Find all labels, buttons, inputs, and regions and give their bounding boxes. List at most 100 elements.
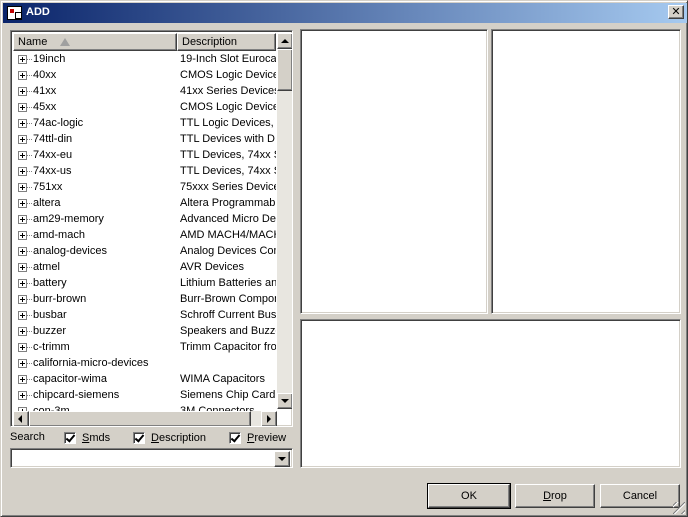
expand-plus-icon[interactable]	[18, 183, 27, 192]
expand-plus-icon[interactable]	[18, 343, 27, 352]
list-item-description: 75xxx Series Devices	[180, 181, 276, 193]
horizontal-scroll-thumb[interactable]	[29, 411, 251, 426]
list-item-name: 74ac-logic	[13, 115, 177, 131]
list-item-name: 40xx	[13, 67, 177, 83]
tree-connector	[27, 379, 32, 380]
list-item-description: CMOS Logic Devices	[180, 69, 276, 81]
expand-plus-icon[interactable]	[18, 391, 27, 400]
list-item[interactable]: 19inch 19-Inch Slot Eurocard	[13, 51, 276, 67]
description-checkbox[interactable]: Description	[133, 432, 206, 444]
tree-connector	[27, 299, 32, 300]
list-item-description	[177, 355, 276, 371]
preview-label: Preview	[247, 432, 287, 444]
list-item[interactable]: 74xx-us TTL Devices, 74xx S	[13, 163, 276, 179]
drop-button[interactable]: Drop	[515, 484, 595, 508]
search-combobox[interactable]	[10, 448, 293, 468]
list-item[interactable]: busbarSchroff Current Bus B	[13, 307, 276, 323]
vertical-scrollbar[interactable]	[277, 33, 292, 409]
expand-plus-icon[interactable]	[18, 87, 27, 96]
tree-connector	[27, 91, 32, 92]
list-item[interactable]: atmel AVR Devices	[13, 259, 276, 275]
description-label: Description	[151, 432, 207, 444]
scroll-down-button[interactable]	[277, 393, 292, 409]
list-item[interactable]: c-trimm Trimm Capacitor from	[13, 339, 276, 355]
vertical-scroll-thumb[interactable]	[277, 49, 292, 91]
preview-checkbox[interactable]: Preview	[229, 432, 286, 444]
expand-plus-icon[interactable]	[18, 119, 27, 128]
resize-grip[interactable]	[673, 502, 685, 514]
scroll-left-button[interactable]	[13, 411, 29, 426]
list-item[interactable]: 41xx 41xx Series Devices	[13, 83, 276, 99]
list-item-name: buzzer	[13, 323, 177, 339]
add-dialog: ADD ✕ Name Description 19inch 19-Inch Slo…	[0, 0, 688, 517]
column-header-name[interactable]: Name	[13, 33, 177, 51]
expand-plus-icon[interactable]	[18, 135, 27, 144]
list-item[interactable]: 751xx 75xxx Series Devices	[13, 179, 276, 195]
horizontal-scrollbar[interactable]	[13, 411, 277, 426]
list-item[interactable]: analog-devices Analog Devices Com	[13, 243, 276, 259]
cancel-button[interactable]: Cancel	[600, 484, 680, 508]
tree-connector	[27, 283, 32, 284]
expand-plus-icon[interactable]	[18, 295, 27, 304]
expand-plus-icon[interactable]	[18, 311, 27, 320]
list-item[interactable]: battery Lithium Batteries and	[13, 275, 276, 291]
title-bar[interactable]: ADD ✕	[3, 3, 687, 23]
expand-plus-icon[interactable]	[18, 263, 27, 272]
smds-checkbox[interactable]: Smds	[64, 432, 110, 444]
tree-connector	[27, 123, 32, 124]
expand-plus-icon[interactable]	[18, 359, 27, 368]
list-item[interactable]: altera Altera Programmable	[13, 195, 276, 211]
close-icon: ✕	[671, 5, 681, 18]
expand-plus-icon[interactable]	[18, 151, 27, 160]
expand-plus-icon[interactable]	[18, 71, 27, 80]
expand-plus-icon[interactable]	[18, 375, 27, 384]
library-list[interactable]: Name Description 19inch 19-Inch Slot Euro…	[10, 30, 293, 427]
scroll-right-button[interactable]	[261, 411, 277, 426]
list-item[interactable]: 74ttl-din TTL Devices with DI	[13, 131, 276, 147]
smds-check-box[interactable]	[64, 432, 76, 444]
scroll-up-button[interactable]	[277, 33, 292, 49]
list-item[interactable]: 40xx CMOS Logic Devices	[13, 67, 276, 83]
list-item[interactable]: 74xx-eu TTL Devices, 74xx S	[13, 147, 276, 163]
list-item-description: AVR Devices	[180, 261, 244, 273]
expand-plus-icon[interactable]	[18, 167, 27, 176]
list-item[interactable]: chipcard-siemens Siemens Chip Card P	[13, 387, 276, 403]
list-item-description: AMD MACH4/MACH	[180, 229, 276, 241]
tree-connector	[27, 267, 32, 268]
expand-plus-icon[interactable]	[18, 215, 27, 224]
list-item[interactable]: 45xx CMOS Logic Devices	[13, 99, 276, 115]
expand-plus-icon[interactable]	[18, 231, 27, 240]
list-item[interactable]: am29-memory Advanced Micro Dev	[13, 211, 276, 227]
list-item[interactable]: capacitor-wima WIMA Capacitors	[13, 371, 276, 387]
list-item-name: 41xx	[13, 83, 177, 99]
ok-button[interactable]: OK	[427, 483, 511, 509]
list-item-description: TTL Devices, 74xx S	[180, 149, 276, 161]
window-title: ADD	[26, 6, 50, 18]
list-item[interactable]: burr-brown Burr-Brown Compone	[13, 291, 276, 307]
tree-connector	[27, 107, 32, 108]
list-item[interactable]: california-micro-devices	[13, 355, 276, 371]
description-check-box[interactable]	[133, 432, 145, 444]
list-item-description: Trimm Capacitor from	[180, 341, 276, 353]
tree-connector	[27, 315, 32, 316]
list-item-name: chipcard-siemens	[13, 387, 177, 403]
expand-plus-icon[interactable]	[18, 199, 27, 208]
tree-connector	[27, 171, 32, 172]
list-item-name: capacitor-wima	[13, 371, 177, 387]
preview-check-box[interactable]	[229, 432, 241, 444]
list-item[interactable]: 74ac-logic TTL Logic Devices, 7	[13, 115, 276, 131]
tree-connector	[27, 235, 32, 236]
expand-plus-icon[interactable]	[18, 247, 27, 256]
list-item[interactable]: amd-mach AMD MACH4/MACH	[13, 227, 276, 243]
close-button[interactable]: ✕	[668, 5, 684, 19]
expand-plus-icon[interactable]	[18, 103, 27, 112]
list-item-description: Altera Programmable	[180, 197, 276, 209]
list-item[interactable]: con-3m 3M Connectors	[13, 403, 276, 411]
expand-plus-icon[interactable]	[18, 327, 27, 336]
list-item[interactable]: buzzer Speakers and Buzze	[13, 323, 276, 339]
combo-dropdown-button[interactable]	[274, 451, 290, 467]
expand-plus-icon[interactable]	[18, 279, 27, 288]
column-header-description[interactable]: Description	[177, 33, 276, 51]
expand-plus-icon[interactable]	[18, 55, 27, 64]
list-item-description: TTL Devices, 74xx S	[180, 165, 276, 177]
